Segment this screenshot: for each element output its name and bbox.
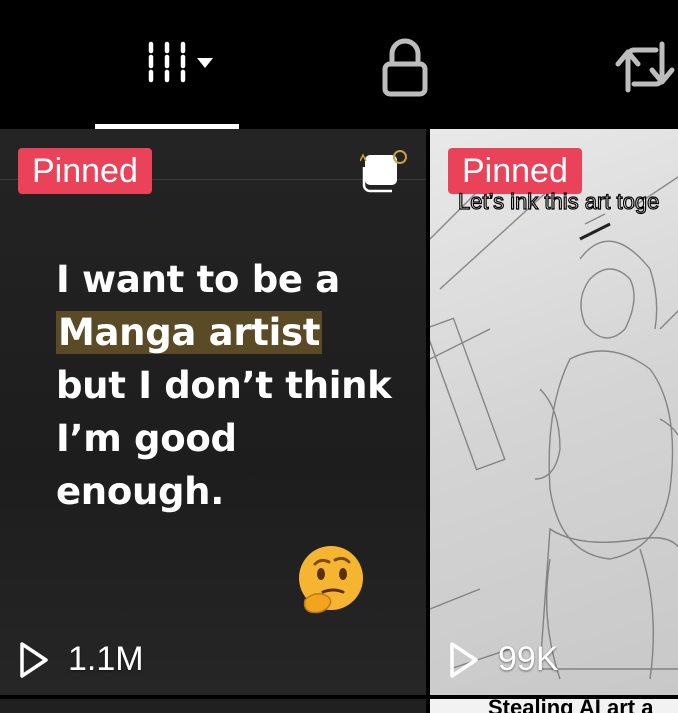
share-icon: [360, 150, 407, 193]
video-card-3[interactable]: [0, 699, 426, 713]
tab-videos[interactable]: [95, 30, 239, 128]
video-card-ink-art[interactable]: Pinned Let’s ink this art toge 99K: [430, 129, 678, 695]
play-icon: [20, 641, 48, 678]
view-count: 99K: [448, 640, 559, 679]
profile-tab-bar: [0, 0, 678, 129]
headline-highlight: Manga artist: [56, 311, 323, 354]
view-count-label: 99K: [498, 640, 559, 678]
view-count-label: 1.1M: [68, 640, 144, 678]
pinned-badge: Pinned: [18, 148, 152, 194]
thinking-face-icon: [299, 546, 363, 614]
video-headline: I want to be a Manga artist but I don’t …: [56, 253, 396, 518]
chevron-down-icon: [197, 58, 213, 68]
headline-line-1: I want to be a: [56, 258, 340, 301]
view-count: 1.1M: [18, 640, 144, 679]
repost-icon: [615, 41, 675, 93]
profile-video-grid-screen: Pinned I want to be a Manga artist but I…: [0, 0, 678, 713]
video-caption: Stealing AI art a: [488, 699, 654, 713]
video-card-ai-art[interactable]: Stealing AI art a: [430, 699, 678, 713]
play-icon: [450, 641, 478, 678]
tab-private[interactable]: [340, 30, 470, 128]
pinned-badge: Pinned: [448, 148, 582, 194]
video-card-manga[interactable]: Pinned I want to be a Manga artist but I…: [0, 129, 426, 695]
video-grid: Pinned I want to be a Manga artist but I…: [0, 129, 678, 713]
video-caption: Let’s ink this art toge: [457, 188, 660, 214]
tab-reposts[interactable]: [590, 30, 678, 128]
lock-icon: [382, 38, 428, 97]
headline-rest: but I don’t think I’m good enough.: [56, 364, 392, 513]
grid-lines-icon: [148, 41, 213, 83]
